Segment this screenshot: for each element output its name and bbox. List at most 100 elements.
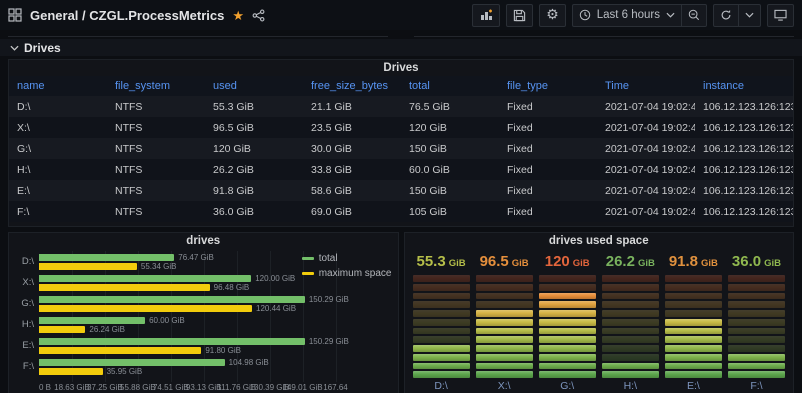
gauge-value-unit: GiB bbox=[701, 258, 718, 269]
table-cell: 150 GiB bbox=[409, 184, 447, 197]
dashboard-settings-button[interactable]: ⚙ bbox=[539, 3, 566, 27]
legend-label: maximum space bbox=[318, 268, 392, 279]
gauge-category-label: F:\ bbox=[750, 380, 763, 392]
total-bar bbox=[39, 337, 305, 345]
legend-label: total bbox=[318, 253, 338, 264]
chart-row: X:\ 120.00 GiB 96.48 GiB bbox=[13, 272, 336, 293]
legend-item[interactable]: maximum space bbox=[301, 268, 392, 279]
gauge-segment-lit bbox=[538, 336, 596, 343]
column-header[interactable]: free_size_bytes bbox=[303, 76, 401, 96]
gauge-category-label: X:\ bbox=[497, 380, 511, 392]
table-cell: 106.12.123.126:1234 bbox=[703, 163, 793, 176]
gauge-segment-lit bbox=[475, 318, 533, 326]
table-cell: X:\ bbox=[17, 121, 30, 134]
favorite-star-icon[interactable]: ★ bbox=[232, 9, 244, 22]
table-cell: 106.12.123.126:1234 bbox=[703, 184, 793, 197]
total-bar bbox=[39, 274, 252, 282]
y-axis-label: F:\ bbox=[22, 361, 34, 372]
table-cell: 36.0 GiB bbox=[213, 205, 254, 218]
column-header[interactable]: file_type bbox=[499, 76, 597, 96]
gauge-segment-lit bbox=[475, 327, 533, 335]
used-bar-line: 55.34 GiB bbox=[39, 262, 336, 271]
section-title: Drives bbox=[24, 40, 61, 55]
share-icon[interactable] bbox=[252, 9, 265, 22]
table-cell: 33.8 GiB bbox=[311, 163, 352, 176]
time-range-label: Last 6 hours bbox=[596, 9, 660, 21]
dashboard-grid-icon[interactable] bbox=[8, 8, 22, 22]
y-axis-label: X:\ bbox=[22, 277, 34, 288]
gauge-segments bbox=[727, 275, 785, 378]
zoom-out-time-button[interactable] bbox=[682, 3, 707, 27]
table-cell: Fixed bbox=[507, 142, 533, 155]
refresh-interval-dropdown[interactable] bbox=[739, 3, 761, 27]
gauge-segment-lit bbox=[538, 310, 596, 317]
gauge-segment-unlit bbox=[475, 283, 533, 291]
column-header[interactable]: total bbox=[401, 76, 499, 96]
x-tick-label: 93.13 GiB bbox=[185, 383, 222, 392]
gauge-segment-lit bbox=[727, 362, 785, 370]
chart-row: D:\ 76.47 GiB 55.34 GiB bbox=[13, 251, 336, 272]
gauge-segments bbox=[538, 275, 596, 378]
gauge-segment-lit bbox=[475, 371, 533, 378]
column-header[interactable]: Time bbox=[597, 76, 695, 96]
column-header[interactable]: instance bbox=[695, 76, 793, 96]
table-cell: Fixed bbox=[507, 163, 533, 176]
gauge-segment-lit bbox=[412, 362, 470, 370]
clock-icon bbox=[579, 9, 591, 21]
gauge-segment-lit bbox=[664, 318, 722, 326]
column-header[interactable]: used bbox=[205, 76, 303, 96]
used-bar bbox=[39, 262, 137, 270]
bar-pair: 150.29 GiB 91.80 GiB bbox=[39, 337, 349, 355]
time-range-picker[interactable]: Last 6 hours bbox=[571, 3, 682, 27]
gauge-segment-unlit bbox=[727, 327, 785, 335]
tv-mode-button[interactable] bbox=[767, 3, 794, 27]
gauge-column: 36.0 GiB F:\ bbox=[727, 251, 785, 393]
table-cell: 96.5 GiB bbox=[213, 121, 254, 134]
total-bar-line: 76.47 GiB bbox=[39, 252, 336, 262]
used-bar bbox=[39, 325, 86, 333]
legend-item[interactable]: total bbox=[301, 253, 392, 264]
gauge-segment-lit bbox=[727, 353, 785, 361]
gauge-column: 55.3 GiB D:\ bbox=[412, 251, 470, 393]
bar-value-label: 76.47 GiB bbox=[178, 252, 214, 262]
table-cell: 150 GiB bbox=[409, 142, 447, 155]
gauge-column: 96.5 GiB X:\ bbox=[475, 251, 533, 393]
refresh-button[interactable] bbox=[713, 3, 739, 27]
table-cell: 2021-07-04 19:02:45 bbox=[605, 121, 695, 134]
bar-value-label: 35.95 GiB bbox=[106, 366, 143, 376]
table-cell: 2021-07-04 19:02:45 bbox=[605, 163, 695, 176]
panel-title[interactable]: drives used space bbox=[405, 233, 794, 249]
table-cell: 76.5 GiB bbox=[409, 100, 450, 113]
gauge-segment-unlit bbox=[727, 310, 785, 317]
column-header[interactable]: file_system bbox=[107, 76, 205, 96]
save-dashboard-button[interactable] bbox=[506, 3, 534, 27]
refresh-controls bbox=[713, 3, 761, 27]
gauge-segment-unlit bbox=[412, 275, 470, 282]
table-cell: NTFS bbox=[115, 100, 143, 113]
table-cell: 91.8 GiB bbox=[213, 184, 254, 197]
chart-row: G:\ 150.29 GiB 120.44 GiB bbox=[13, 293, 349, 314]
table-cell: 2021-07-04 19:02:45 bbox=[605, 100, 695, 113]
gear-icon: ⚙ bbox=[546, 7, 559, 23]
x-tick-label: 55.88 GiB bbox=[120, 383, 156, 392]
table-cell: 106.12.123.126:1234 bbox=[703, 142, 793, 155]
gauge-segment-unlit bbox=[664, 310, 722, 317]
used-bar-line: 35.95 GiB bbox=[39, 366, 336, 376]
gauge-segment-unlit bbox=[664, 292, 722, 300]
panel-title[interactable]: drives bbox=[9, 233, 398, 249]
table-cell: H:\ bbox=[17, 163, 31, 176]
gauge-segment-lit bbox=[412, 371, 470, 378]
used-bar-line: 26.24 GiB bbox=[39, 325, 336, 334]
breadcrumb[interactable]: General / CZGL.ProcessMetrics bbox=[30, 8, 224, 23]
column-header[interactable]: name bbox=[9, 76, 107, 96]
add-panel-button[interactable] bbox=[472, 3, 501, 27]
used-bar bbox=[39, 346, 202, 354]
gauge-value-number: 26.2 bbox=[605, 253, 635, 270]
bar-pair: 150.29 GiB 120.44 GiB bbox=[39, 295, 349, 313]
section-row-drives[interactable]: Drives bbox=[0, 39, 802, 56]
gauge-segment-unlit bbox=[664, 275, 722, 282]
gauge-value-unit: GiB bbox=[764, 258, 781, 269]
chevron-down-icon bbox=[666, 12, 675, 18]
table-cell: 106.12.123.126:1234 bbox=[703, 205, 793, 218]
panel-title[interactable]: Drives bbox=[9, 60, 793, 76]
